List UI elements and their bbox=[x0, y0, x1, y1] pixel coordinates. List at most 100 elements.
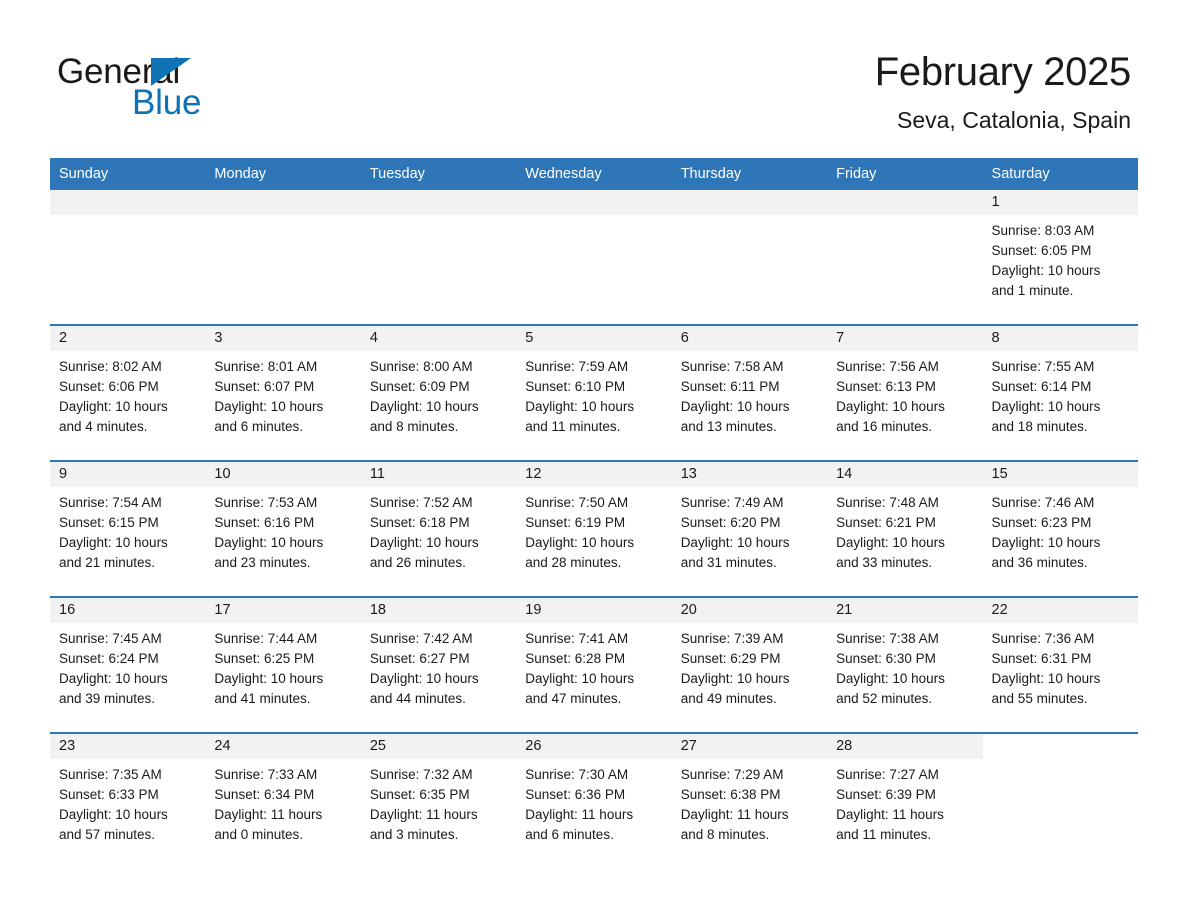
day-details: Sunrise: 7:38 AM Sunset: 6:30 PM Daylight:… bbox=[827, 623, 982, 709]
day-details: Sunrise: 7:59 AM Sunset: 6:10 PM Daylight:… bbox=[516, 351, 671, 437]
calendar-page: General Blue February 2025 Seva, Catalon… bbox=[0, 0, 1188, 918]
calendar-day-cell[interactable]: 6 Sunrise: 7:58 AM Sunset: 6:11 PM Daylight… bbox=[671, 324, 828, 461]
day-number: 14 bbox=[827, 462, 983, 487]
calendar-cell-inner: 9 Sunrise: 7:54 AM Sunset: 6:15 PM Daylight… bbox=[50, 462, 206, 596]
calendar-day-cell[interactable]: 9 Sunrise: 7:54 AM Sunset: 6:15 PM Daylight… bbox=[50, 460, 206, 597]
daylight-text: Daylight: 10 hours bbox=[836, 671, 945, 686]
daylight-text: and 39 minutes. bbox=[59, 691, 156, 706]
calendar-day-cell[interactable]: 28 Sunrise: 7:27 AM Sunset: 6:39 PM Dayligh… bbox=[827, 732, 983, 868]
day-details: Sunrise: 8:01 AM Sunset: 6:07 PM Daylight:… bbox=[205, 351, 360, 437]
calendar-cell-inner: 16 Sunrise: 7:45 AM Sunset: 6:24 PM Dayligh… bbox=[50, 598, 206, 732]
day-number: 20 bbox=[671, 598, 828, 623]
day-details: Sunrise: 7:42 AM Sunset: 6:27 PM Daylight:… bbox=[361, 623, 516, 709]
day-number: 15 bbox=[982, 462, 1138, 487]
calendar-day-cell[interactable]: 1 Sunrise: 8:03 AM Sunset: 6:05 PM Daylight… bbox=[982, 190, 1138, 325]
calendar-day-cell[interactable]: 19 Sunrise: 7:41 AM Sunset: 6:28 PM Dayligh… bbox=[516, 596, 672, 733]
calendar-day-cell[interactable]: 20 Sunrise: 7:39 AM Sunset: 6:29 PM Dayligh… bbox=[671, 596, 828, 733]
calendar-day-cell[interactable]: 25 Sunrise: 7:32 AM Sunset: 6:35 PM Dayligh… bbox=[360, 732, 517, 868]
day-details: Sunrise: 7:56 AM Sunset: 6:13 PM Daylight:… bbox=[827, 351, 982, 437]
sunrise-text: Sunrise: 7:53 AM bbox=[214, 495, 318, 510]
daylight-text: and 18 minutes. bbox=[991, 419, 1088, 434]
calendar-day-cell[interactable]: 8 Sunrise: 7:55 AM Sunset: 6:14 PM Daylight… bbox=[982, 324, 1138, 461]
daylight-text: Daylight: 10 hours bbox=[680, 671, 790, 686]
calendar-day-cell[interactable]: 2 Sunrise: 8:02 AM Sunset: 6:06 PM Daylight… bbox=[50, 324, 206, 461]
calendar-day-cell[interactable]: 5 Sunrise: 7:59 AM Sunset: 6:10 PM Daylight… bbox=[516, 324, 672, 461]
day-details: Sunrise: 7:41 AM Sunset: 6:28 PM Daylight:… bbox=[516, 623, 671, 709]
daylight-text: Daylight: 10 hours bbox=[369, 671, 479, 686]
day-details: Sunrise: 7:30 AM Sunset: 6:36 PM Daylight:… bbox=[516, 759, 671, 845]
calendar-day-cell[interactable]: 10 Sunrise: 7:53 AM Sunset: 6:16 PM Dayligh… bbox=[205, 460, 361, 597]
day-details: Sunrise: 7:54 AM Sunset: 6:15 PM Daylight:… bbox=[50, 487, 205, 573]
calendar-day-cell[interactable]: 15 Sunrise: 7:46 AM Sunset: 6:23 PM Dayligh… bbox=[982, 460, 1138, 597]
daylight-text: Daylight: 10 hours bbox=[59, 671, 168, 686]
sunset-text: Sunset: 6:11 PM bbox=[680, 379, 780, 394]
sunrise-text: Sunrise: 7:45 AM bbox=[59, 631, 162, 646]
day-number: 21 bbox=[827, 598, 983, 623]
calendar-day-cell[interactable]: 11 Sunrise: 7:52 AM Sunset: 6:18 PM Dayligh… bbox=[360, 460, 517, 597]
calendar-day-cell[interactable]: 3 Sunrise: 8:01 AM Sunset: 6:07 PM Daylight… bbox=[205, 324, 361, 461]
calendar-cell-empty bbox=[205, 190, 361, 325]
calendar-day-cell[interactable]: 16 Sunrise: 7:45 AM Sunset: 6:24 PM Dayligh… bbox=[50, 596, 206, 733]
calendar-day-cell[interactable]: 22 Sunrise: 7:36 AM Sunset: 6:31 PM Dayligh… bbox=[982, 596, 1138, 733]
daylight-text: Daylight: 10 hours bbox=[525, 671, 635, 686]
day-details: Sunrise: 7:44 AM Sunset: 6:25 PM Daylight:… bbox=[205, 623, 360, 709]
day-details: Sunrise: 7:27 AM Sunset: 6:39 PM Daylight:… bbox=[827, 759, 982, 845]
sunrise-text: Sunrise: 7:27 AM bbox=[836, 767, 939, 782]
calendar-cell-inner: 4 Sunrise: 8:00 AM Sunset: 6:09 PM Daylight… bbox=[360, 326, 517, 460]
daylight-text: and 0 minutes. bbox=[214, 827, 303, 842]
calendar-cell-inner: 1 Sunrise: 8:03 AM Sunset: 6:05 PM Daylight… bbox=[982, 190, 1138, 324]
day-details: Sunrise: 8:03 AM Sunset: 6:05 PM Daylight:… bbox=[983, 215, 1138, 301]
calendar-cell-inner: 8 Sunrise: 7:55 AM Sunset: 6:14 PM Daylight… bbox=[982, 326, 1138, 460]
sunset-text: Sunset: 6:33 PM bbox=[59, 787, 159, 802]
calendar-cell-inner: 24 Sunrise: 7:33 AM Sunset: 6:34 PM Dayligh… bbox=[205, 734, 361, 868]
sunset-text: Sunset: 6:34 PM bbox=[214, 787, 315, 802]
calendar-day-cell[interactable]: 12 Sunrise: 7:50 AM Sunset: 6:19 PM Dayligh… bbox=[516, 460, 672, 597]
day-number: 8 bbox=[982, 326, 1138, 351]
calendar-cell-inner: 10 Sunrise: 7:53 AM Sunset: 6:16 PM Dayligh… bbox=[205, 462, 361, 596]
general-blue-logo[interactable]: General Blue bbox=[57, 52, 317, 124]
day-number: 10 bbox=[205, 462, 361, 487]
calendar-day-cell[interactable]: 24 Sunrise: 7:33 AM Sunset: 6:34 PM Dayligh… bbox=[205, 732, 361, 868]
calendar-day-cell[interactable]: 4 Sunrise: 8:00 AM Sunset: 6:09 PM Daylight… bbox=[360, 324, 517, 461]
calendar-day-cell[interactable]: 14 Sunrise: 7:48 AM Sunset: 6:21 PM Dayligh… bbox=[827, 460, 983, 597]
sunrise-text: Sunrise: 7:32 AM bbox=[369, 767, 473, 782]
day-details: Sunrise: 8:00 AM Sunset: 6:09 PM Daylight:… bbox=[361, 351, 516, 437]
calendar-day-cell[interactable]: 26 Sunrise: 7:30 AM Sunset: 6:36 PM Dayligh… bbox=[516, 732, 672, 868]
day-number: 1 bbox=[982, 190, 1138, 215]
daylight-text: and 1 minute. bbox=[991, 283, 1074, 298]
daylight-text: and 33 minutes. bbox=[836, 555, 933, 570]
daylight-text: Daylight: 10 hours bbox=[836, 535, 945, 550]
calendar-day-cell[interactable]: 23 Sunrise: 7:35 AM Sunset: 6:33 PM Dayligh… bbox=[50, 732, 206, 868]
day-details: Sunrise: 7:52 AM Sunset: 6:18 PM Daylight:… bbox=[361, 487, 516, 573]
calendar-day-cell[interactable]: 7 Sunrise: 7:56 AM Sunset: 6:13 PM Daylight… bbox=[827, 324, 983, 461]
day-number: 5 bbox=[516, 326, 672, 351]
sunrise-text: Sunrise: 8:03 AM bbox=[991, 223, 1095, 238]
calendar-day-cell[interactable]: 21 Sunrise: 7:38 AM Sunset: 6:30 PM Dayligh… bbox=[827, 596, 983, 733]
sunrise-text: Sunrise: 7:33 AM bbox=[214, 767, 318, 782]
calendar-day-cell[interactable]: 13 Sunrise: 7:49 AM Sunset: 6:20 PM Dayligh… bbox=[671, 460, 828, 597]
calendar-cell-empty bbox=[516, 190, 672, 325]
daylight-text: and 11 minutes. bbox=[836, 827, 932, 842]
daylight-text: and 6 minutes. bbox=[214, 419, 303, 434]
weekday-header-saturday: Saturday bbox=[982, 158, 1138, 190]
page-title: February 2025 bbox=[874, 50, 1132, 94]
daylight-text: and 28 minutes. bbox=[525, 555, 622, 570]
day-number: 13 bbox=[671, 462, 828, 487]
daylight-text: and 16 minutes. bbox=[836, 419, 933, 434]
logo-triangle-icon bbox=[151, 58, 191, 86]
daylight-text: and 49 minutes. bbox=[680, 691, 777, 706]
day-details: Sunrise: 8:02 AM Sunset: 6:06 PM Daylight:… bbox=[50, 351, 205, 437]
calendar-cell-inner bbox=[516, 190, 672, 324]
daylight-text: Daylight: 10 hours bbox=[214, 399, 324, 414]
calendar-day-cell[interactable]: 18 Sunrise: 7:42 AM Sunset: 6:27 PM Dayligh… bbox=[360, 596, 517, 733]
sunset-text: Sunset: 6:35 PM bbox=[369, 787, 470, 802]
daylight-text: Daylight: 10 hours bbox=[59, 535, 168, 550]
calendar-day-cell[interactable]: 17 Sunrise: 7:44 AM Sunset: 6:25 PM Dayligh… bbox=[205, 596, 361, 733]
day-number: 7 bbox=[827, 326, 983, 351]
daylight-text: and 13 minutes. bbox=[680, 419, 777, 434]
daylight-text: and 23 minutes. bbox=[214, 555, 311, 570]
day-number bbox=[360, 190, 517, 215]
day-number: 3 bbox=[205, 326, 361, 351]
calendar-day-cell[interactable]: 27 Sunrise: 7:29 AM Sunset: 6:38 PM Dayligh… bbox=[671, 732, 828, 868]
sunset-text: Sunset: 6:16 PM bbox=[214, 515, 315, 530]
